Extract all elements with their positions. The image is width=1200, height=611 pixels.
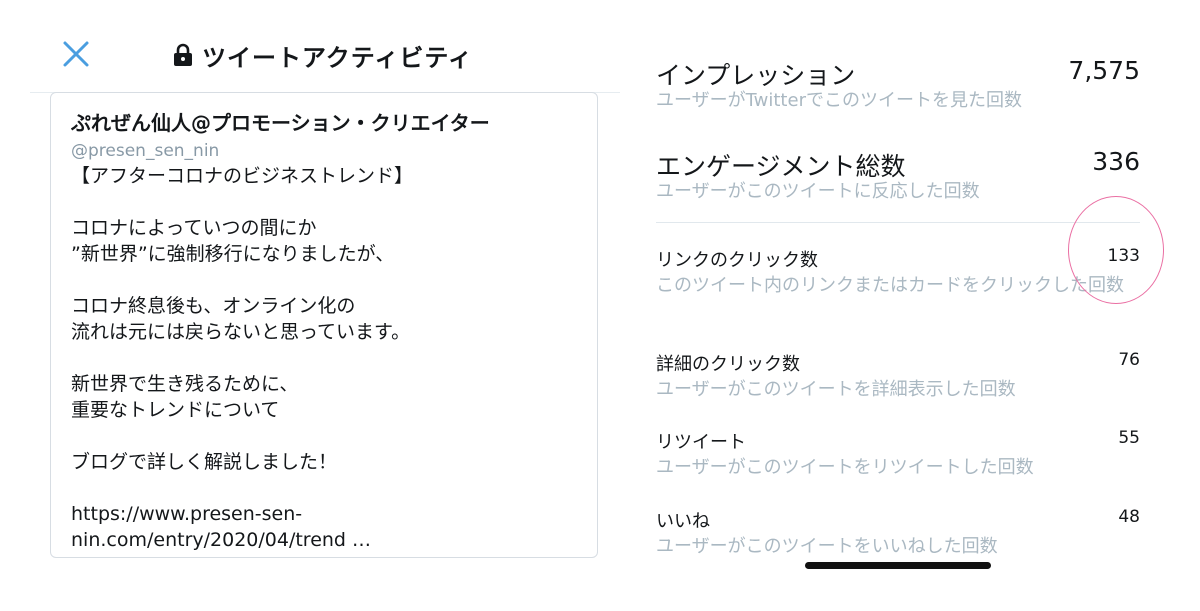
metric-description: このツイート内のリンクまたはカードをクリックした回数 <box>656 275 1124 296</box>
metric-description: ユーザーがこのツイートを詳細表示した回数 <box>656 379 1016 400</box>
tweet-line: コロナ終息後も、オンライン化の <box>71 295 356 317</box>
metric-label: いいね <box>656 511 710 532</box>
tweet-link[interactable]: https://www.presen-sen- nin.com/entry/20… <box>71 501 579 553</box>
tweet-card[interactable]: ぷれぜん仙人@プロモーション・クリエイター @presen_sen_nin 【ア… <box>50 92 598 558</box>
lock-icon <box>174 43 192 66</box>
metric-value: 76 <box>1118 350 1140 370</box>
tweet-author: ぷれぜん仙人@プロモーション・クリエイター <box>71 111 490 135</box>
divider <box>656 222 1140 223</box>
activity-header: ツイートアクティビティ <box>30 0 620 93</box>
metric-detail-expands[interactable]: 詳細のクリック数 76 ユーザーがこのツイートを詳細表示した回数 <box>656 350 1140 405</box>
metric-label: リンクのクリック数 <box>656 250 818 271</box>
page-title: ツイートアクティビティ <box>202 43 473 72</box>
metric-likes[interactable]: いいね 48 ユーザーがこのツイートをいいねした回数 <box>656 507 1140 562</box>
tweet-line: ”新世界”に強制移行になりましたが、 <box>71 243 395 265</box>
metric-impressions[interactable]: インプレッション 7,575 ユーザーがTwitterでこのツイートを見た回数 <box>656 56 1140 116</box>
metric-label: リツイート <box>656 432 746 453</box>
tweet-link-line: nin.com/entry/2020/04/trend … <box>71 529 372 551</box>
metric-link-clicks[interactable]: リンクのクリック数 133 このツイート内のリンクまたはカードをクリックした回数 <box>656 246 1140 326</box>
highlight-circle <box>1068 196 1164 304</box>
metric-total-engagements[interactable]: エンゲージメント総数 336 ユーザーがこのツイートに反応した回数 <box>656 147 1140 207</box>
metric-value: 48 <box>1118 507 1140 527</box>
tweet-line: ブログで詳しく解説しました！ <box>71 451 338 473</box>
metric-description: ユーザーがこのツイートに反応した回数 <box>656 181 980 202</box>
metric-value: 7,575 <box>1068 56 1140 85</box>
close-icon <box>63 41 89 67</box>
metric-value: 55 <box>1118 428 1140 448</box>
tweet-line: 重要なトレンドについて <box>71 399 280 421</box>
metric-description: ユーザーがこのツイートをリツイートした回数 <box>656 457 1034 478</box>
page-title-group: ツイートアクティビティ <box>172 38 473 72</box>
metrics-panel: インプレッション 7,575 ユーザーがTwitterでこのツイートを見た回数 … <box>656 0 1164 611</box>
tweet-line: コロナによっていつの間にか <box>71 217 317 239</box>
tweet-handle: @presen_sen_nin <box>71 141 220 161</box>
tweet-line: 【アフターコロナのビジネストレンド】 <box>71 165 414 187</box>
tweet-line: 新世界で生き残るために、 <box>71 373 299 395</box>
close-button[interactable] <box>58 36 94 72</box>
metric-label: 詳細のクリック数 <box>656 354 800 375</box>
tweet-link-line: https://www.presen-sen- <box>71 503 303 525</box>
metric-description: ユーザーがこのツイートをいいねした回数 <box>656 536 998 557</box>
tweet-body: 【アフターコロナのビジネストレンド】 コロナによっていつの間にか ”新世界”に強… <box>71 163 579 553</box>
tweet-line: 流れは元には戻らないと思っています。 <box>71 321 411 343</box>
tweet-panel: ツイートアクティビティ ぷれぜん仙人@プロモーション・クリエイター @prese… <box>0 0 620 611</box>
metric-description: ユーザーがTwitterでこのツイートを見た回数 <box>656 90 1022 111</box>
metric-retweets[interactable]: リツイート 55 ユーザーがこのツイートをリツイートした回数 <box>656 428 1140 483</box>
home-indicator[interactable] <box>805 562 991 569</box>
metric-value: 336 <box>1092 147 1140 176</box>
